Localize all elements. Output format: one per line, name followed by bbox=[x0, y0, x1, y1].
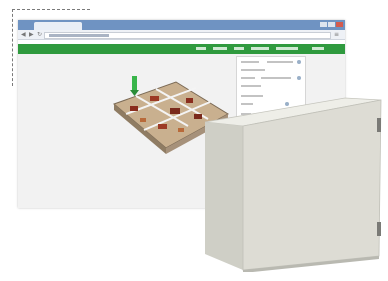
panel-label bbox=[241, 77, 255, 79]
maximize-icon[interactable] bbox=[328, 22, 335, 27]
tab-strip bbox=[18, 20, 345, 30]
enclosure-box-icon bbox=[204, 97, 382, 272]
pin-marker-icon[interactable] bbox=[130, 76, 139, 96]
close-icon[interactable] bbox=[336, 22, 343, 27]
dashed-guide-left bbox=[12, 9, 13, 86]
panel-label bbox=[241, 85, 261, 87]
url-input[interactable] bbox=[44, 32, 331, 39]
minimize-icon[interactable] bbox=[320, 22, 327, 27]
address-bar: ◀ ▶ ↻ ≡ bbox=[18, 30, 345, 40]
reload-icon[interactable]: ↻ bbox=[37, 30, 42, 39]
forward-arrow-icon[interactable]: ▶ bbox=[29, 30, 34, 39]
dashed-guide-top bbox=[12, 9, 90, 10]
nav-item[interactable] bbox=[234, 47, 244, 50]
app-nav-bar bbox=[18, 44, 345, 54]
url-text bbox=[49, 34, 109, 37]
panel-toggle[interactable] bbox=[297, 60, 301, 64]
panel-value bbox=[261, 77, 291, 79]
nav-item[interactable] bbox=[251, 47, 269, 50]
panel-label bbox=[241, 69, 265, 71]
back-arrow-icon[interactable]: ◀ bbox=[21, 30, 26, 39]
nav-item[interactable] bbox=[196, 47, 206, 50]
nav-item[interactable] bbox=[312, 47, 324, 50]
nav-item[interactable] bbox=[276, 47, 298, 50]
panel-toggle[interactable] bbox=[297, 76, 301, 80]
menu-icon[interactable]: ≡ bbox=[334, 30, 339, 39]
panel-label bbox=[241, 61, 259, 63]
panel-value bbox=[267, 61, 293, 63]
browser-tab[interactable] bbox=[34, 22, 82, 30]
nav-item[interactable] bbox=[213, 47, 227, 50]
